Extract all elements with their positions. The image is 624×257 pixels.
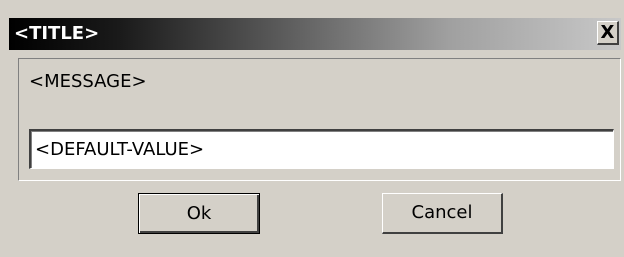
value-input[interactable] xyxy=(29,129,614,169)
close-icon: X xyxy=(600,22,615,43)
dialog-title: <TITLE> xyxy=(14,23,100,44)
input-dialog: <TITLE> X <MESSAGE> Ok Cancel xyxy=(0,0,624,257)
cancel-button[interactable]: Cancel xyxy=(382,193,503,234)
content-panel: <MESSAGE> xyxy=(18,58,621,181)
title-bar[interactable]: <TITLE> X xyxy=(9,18,621,50)
message-text: <MESSAGE> xyxy=(29,71,147,92)
close-button[interactable]: X xyxy=(597,21,619,45)
ok-button[interactable]: Ok xyxy=(138,193,260,234)
